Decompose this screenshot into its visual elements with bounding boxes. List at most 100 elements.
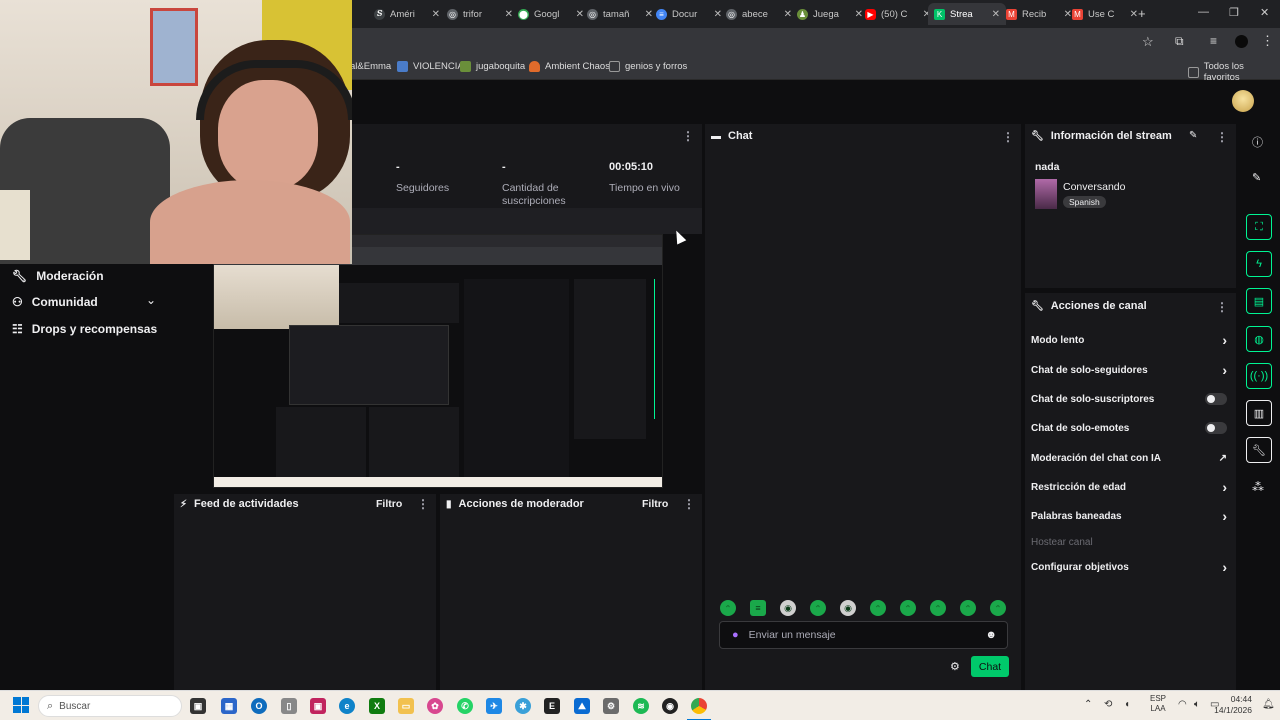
clipboard-icon[interactable]: ▤ [1246, 288, 1272, 314]
action-emote-only[interactable]: Chat de solo-emotes [1031, 419, 1227, 437]
browser-tab[interactable]: M Use C ✕ [1066, 3, 1144, 25]
emote-only-toggle[interactable] [1205, 422, 1227, 434]
info-icon[interactable]: ⓘ [1252, 134, 1263, 150]
new-tab-button[interactable]: + [1138, 6, 1146, 21]
task-view-icon[interactable]: ▣ [190, 698, 206, 714]
filter-button[interactable]: Filtro [376, 498, 402, 510]
emote-picker-icon[interactable]: ☻ [985, 629, 997, 641]
edge-icon[interactable]: e [339, 698, 355, 714]
action-slow-mode[interactable]: Modo lento › [1031, 331, 1227, 349]
action-set-goals[interactable]: Configurar objetivos › [1031, 558, 1227, 576]
obs-icon[interactable]: ◉ [662, 698, 678, 714]
wifi-icon[interactable]: ◠ [1178, 699, 1187, 710]
emote-icon[interactable]: ᵔ [810, 600, 826, 616]
windows-start-icon[interactable] [13, 697, 29, 713]
chat-bubble-icon[interactable]: ◍ [1246, 326, 1272, 352]
bookmark[interactable]: genios y forros [609, 61, 687, 72]
emote-icon[interactable]: ᵔ [930, 600, 946, 616]
subs-only-toggle[interactable] [1205, 393, 1227, 405]
bookmark[interactable]: Ambient Chaos [529, 61, 610, 72]
sidebar-item-drops[interactable]: ☷ Drops y recompensas [12, 322, 157, 336]
close-icon[interactable]: ✕ [1130, 9, 1138, 20]
browser-tab[interactable]: ◎ trifor ✕ [441, 3, 519, 25]
notification-icon[interactable]: 🔔︎ [1262, 699, 1275, 710]
settings-icon[interactable]: ⚙ [603, 698, 619, 714]
bookmark[interactable]: al&Emma [350, 61, 391, 72]
star-icon[interactable]: ☆ [1142, 34, 1154, 50]
chrome-icon[interactable] [691, 698, 707, 714]
emote-icon[interactable]: ᵔ [720, 600, 736, 616]
app-icon[interactable]: ✱ [515, 698, 531, 714]
chevron-down-icon[interactable]: ⌄ [146, 293, 156, 307]
lightning-icon[interactable]: ϟ [1246, 251, 1272, 277]
people-icon[interactable]: ⁂ [1252, 480, 1264, 494]
app-icon[interactable]: ✿ [427, 698, 443, 714]
emote-icon[interactable]: ᵔ [900, 600, 916, 616]
bookmark[interactable]: jugaboquita [460, 61, 525, 72]
close-window-button[interactable]: ✕ [1260, 6, 1269, 19]
sync-icon[interactable]: ⟲ [1104, 699, 1112, 710]
clock[interactable]: 04:44 14/1/2026 [1212, 694, 1252, 716]
browser-menu-icon[interactable]: ⋮ [1261, 33, 1274, 49]
browser-tab[interactable]: ◎ tamañ ✕ [581, 3, 659, 25]
more-options-icon[interactable]: ⋮ [1002, 130, 1014, 144]
profile-avatar[interactable] [1235, 35, 1248, 48]
action-followers-only[interactable]: Chat de solo-seguidores › [1031, 361, 1227, 379]
sidebar-item-community[interactable]: ⚇ Comunidad [12, 295, 98, 309]
browser-tab[interactable]: ◎ abece ✕ [720, 3, 798, 25]
minimize-button[interactable]: — [1198, 6, 1209, 18]
stream-preview[interactable] [213, 234, 663, 488]
wrench-icon[interactable]: 🔧︎ [1246, 437, 1272, 463]
more-options-icon[interactable]: ⋮ [1216, 300, 1228, 314]
app-icon[interactable]: ⛰ [574, 698, 590, 714]
taskbar-search[interactable]: ⌕ Buscar [38, 695, 182, 717]
category-thumbnail[interactable] [1035, 179, 1057, 209]
sidebar-item-moderation[interactable]: 🔧︎ Moderación [12, 269, 104, 283]
more-options-icon[interactable]: ⋮ [682, 129, 694, 143]
microphone-icon[interactable]: ● [732, 629, 739, 641]
emote-icon[interactable]: ᵔ [960, 600, 976, 616]
spotify-icon[interactable]: ≋ [633, 698, 649, 714]
action-ai-moderation[interactable]: Moderación del chat con IA ↗ [1031, 449, 1227, 467]
more-options-icon[interactable]: ⋮ [417, 497, 429, 511]
extensions-icon[interactable]: ⧉ [1175, 34, 1184, 49]
browser-tab[interactable]: ♟ Juega ✕ [791, 3, 869, 25]
epic-games-icon[interactable]: E [544, 698, 560, 714]
browser-tab[interactable]: 𝑺 Améri ✕ [368, 3, 446, 25]
close-icon[interactable]: ✕ [432, 9, 440, 20]
language-indicator[interactable]: ESP LAA [1150, 694, 1166, 714]
emote-icon[interactable]: ᵔ [870, 600, 886, 616]
microphone-icon[interactable]: ◖ [1124, 699, 1130, 710]
chat-input[interactable]: ● Enviar un mensaje ☻ [719, 621, 1008, 649]
clip-icon[interactable]: ⛶ [1246, 214, 1272, 240]
action-banned-words[interactable]: Palabras baneadas › [1031, 507, 1227, 525]
browser-tab-active[interactable]: K Strea ✕ [928, 3, 1006, 25]
app-icon[interactable]: ▯ [281, 698, 297, 714]
more-options-icon[interactable]: ⋮ [683, 497, 695, 511]
edit-icon[interactable]: ✎ [1252, 171, 1261, 184]
action-age-restriction[interactable]: Restricción de edad › [1031, 478, 1227, 496]
browser-tab[interactable]: ▶ (50) C ✕ [859, 3, 937, 25]
emote-icon[interactable]: ◉ [780, 600, 796, 616]
broadcast-icon[interactable]: ((·)) [1246, 363, 1272, 389]
send-chat-button[interactable]: Chat [971, 656, 1009, 677]
outlook-icon[interactable]: O [251, 698, 267, 714]
close-icon[interactable]: ✕ [992, 9, 1000, 20]
edit-icon[interactable]: ✎ [1189, 130, 1197, 141]
action-subs-only[interactable]: Chat de solo-suscriptores [1031, 390, 1227, 408]
browser-tab[interactable]: ≡ Docur ✕ [650, 3, 728, 25]
folder-icon[interactable]: ▭ [398, 698, 414, 714]
media-icon[interactable]: ≡ [1210, 34, 1217, 48]
xbox-icon[interactable]: X [369, 698, 385, 714]
more-options-icon[interactable]: ⋮ [1216, 130, 1228, 144]
user-avatar[interactable] [1232, 90, 1254, 112]
emote-icon[interactable]: ≡ [750, 600, 766, 616]
chevron-up-icon[interactable]: ⌃ [1084, 699, 1092, 710]
app-icon[interactable]: ✈ [486, 698, 502, 714]
emote-icon[interactable]: ᵔ [990, 600, 1006, 616]
filter-button[interactable]: Filtro [642, 498, 668, 510]
whatsapp-icon[interactable]: ✆ [457, 698, 473, 714]
maximize-button[interactable]: ❐ [1229, 6, 1239, 19]
app-icon[interactable]: ▣ [310, 698, 326, 714]
chat-settings-icon[interactable]: ⚙ [950, 660, 960, 673]
